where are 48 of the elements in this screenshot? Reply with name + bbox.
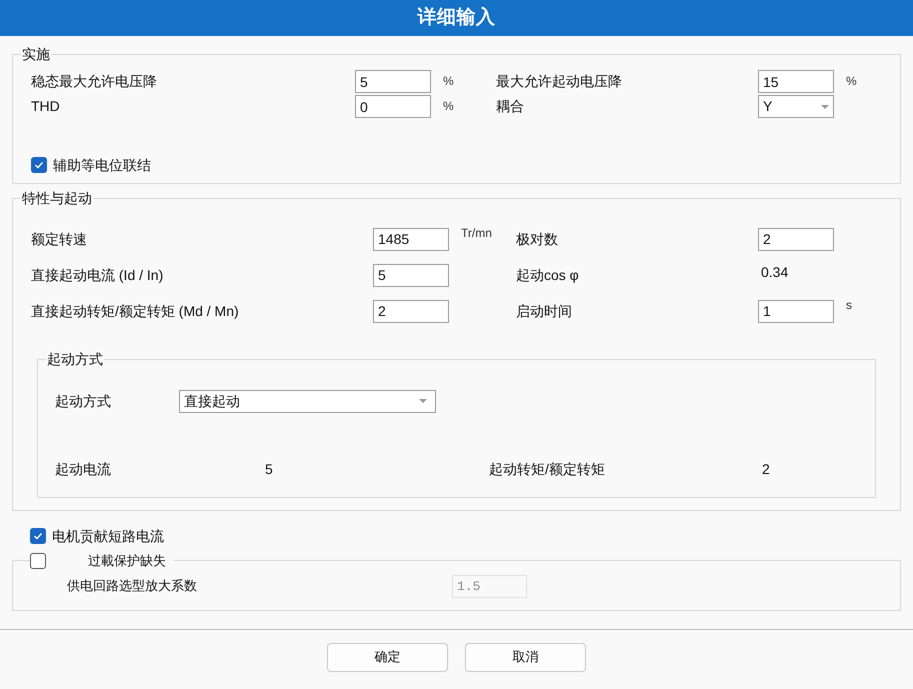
field-label: 直接起动电流 (Id / In) (31, 266, 164, 285)
result-label: 起动转矩/额定转矩 (489, 460, 606, 478)
result-value: 5 (265, 460, 274, 478)
unit-label: % (846, 74, 857, 88)
caret-icon (419, 399, 427, 403)
input-field[interactable]: 0 (355, 95, 431, 118)
check-icon (33, 531, 43, 541)
field-label: 起动方式 (55, 392, 112, 410)
value-text: 0.34 (760, 262, 788, 282)
checkbox-label: 电机贡献短路电流 (52, 526, 164, 546)
checkbox[interactable] (30, 552, 46, 569)
result-value: 2 (762, 460, 771, 478)
input-field[interactable]: 5 (373, 264, 449, 286)
unit-label: % (443, 74, 454, 88)
group-title: 起动方式 (46, 350, 104, 369)
field-label: 启动时间 (516, 302, 573, 320)
field-label: 极对数 (516, 230, 559, 248)
checkbox[interactable] (30, 528, 46, 544)
caret-icon (821, 104, 829, 108)
field-label: 耦合 (496, 97, 525, 116)
checkbox-label: 过載保护缺失 (87, 552, 167, 570)
group-title: 特性与起动 (21, 189, 93, 208)
group-title: 实施 (21, 45, 51, 64)
dialog-button[interactable]: 取消 (465, 642, 586, 672)
field-label: 直接起动转矩/额定转矩 (Md / Mn) (31, 302, 240, 321)
result-label: 起动电流 (55, 460, 112, 478)
unit-label: Tr/mn (461, 226, 492, 240)
field-label: 稳态最大允许电压降 (31, 72, 158, 91)
input-field[interactable]: 2 (373, 300, 449, 322)
input-field[interactable]: 1485 (373, 228, 449, 250)
input-field[interactable]: 1 (758, 300, 834, 322)
dropdown[interactable]: Y (758, 95, 834, 118)
field-label: 供电回路选型放大系数 (67, 577, 198, 596)
input-field[interactable]: 2 (758, 228, 834, 250)
field-label: 最大允许起动电压降 (496, 72, 623, 91)
dropdown[interactable]: 直接起动 (179, 390, 436, 412)
input-field[interactable]: 5 (355, 70, 431, 93)
window-title: 详细输入 (418, 6, 496, 30)
field-label: 额定转速 (31, 230, 88, 248)
field-label: 起动cos φ (516, 266, 580, 285)
input-field[interactable]: 15 (758, 70, 834, 93)
dialog-button[interactable]: 确定 (327, 642, 448, 672)
unit-label: s (846, 298, 852, 312)
check-icon (34, 160, 44, 170)
unit-label: % (443, 99, 454, 113)
checkbox[interactable] (31, 157, 47, 173)
checkbox-label: 辅助等电位联结 (53, 156, 151, 174)
field-label: THD (31, 97, 61, 116)
